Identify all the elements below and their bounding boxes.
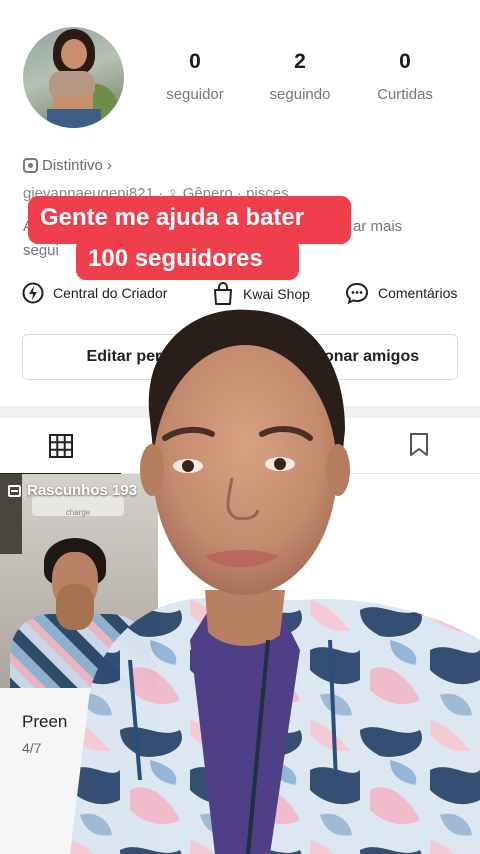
caption-line-1: Gente me ajuda a bater: [28, 196, 351, 244]
section-divider: [0, 406, 480, 418]
following-stat[interactable]: 2 seguindo: [245, 50, 355, 103]
chevron-right-icon: ›: [106, 157, 112, 174]
draft-title: Preen: [22, 712, 68, 731]
bio-line-1-end: ar mais: [353, 218, 403, 235]
comment-icon: [345, 282, 369, 304]
edit-profile-button[interactable]: Editar perfil: [22, 334, 240, 380]
creator-tools-row: Central do Criador Kwai Shop Comentários: [22, 282, 462, 310]
following-count: 2: [294, 50, 306, 73]
likes-stat[interactable]: 0 Curtidas: [350, 50, 460, 103]
followers-count: 0: [189, 50, 201, 73]
creator-center-link[interactable]: Central do Criador: [22, 282, 167, 304]
badge-label: Distintivo: [42, 157, 103, 174]
drafts-card[interactable]: charge Rascunhos 193 Preen 4/7: [0, 474, 158, 854]
bookmark-icon: [410, 433, 428, 456]
badge-link[interactable]: Distintivo ›: [23, 157, 112, 174]
drafts-count-label: Rascunhos 193: [27, 482, 138, 499]
kwai-shop-label: Kwai Shop: [243, 286, 310, 302]
draft-date: 4/7: [22, 740, 42, 756]
following-label: seguindo: [269, 86, 331, 103]
shopping-bag-icon: [214, 282, 232, 305]
tab-saved[interactable]: [380, 418, 460, 474]
drafts-icon: [8, 484, 21, 497]
bio-line-2: segui: [23, 242, 59, 259]
draft-thumbnail: charge: [0, 474, 158, 688]
likes-label: Curtidas: [377, 86, 433, 103]
comments-link[interactable]: Comentários: [345, 282, 462, 304]
comments-label: Comentários: [378, 285, 458, 301]
creator-center-label: Central do Criador: [53, 285, 168, 301]
badge-icon: [23, 158, 38, 173]
add-friends-button[interactable]: Adicionar amigos: [246, 334, 458, 380]
kwai-shop-link[interactable]: Kwai Shop: [212, 282, 310, 306]
lightning-icon: [22, 282, 44, 304]
draft-screen-label: charge: [65, 508, 91, 517]
tab-posts-grid[interactable]: [0, 418, 121, 475]
draft-screen-text: charge: [32, 496, 124, 517]
profile-avatar[interactable]: [23, 27, 124, 128]
caption-line-2: 100 seguidores: [76, 238, 299, 280]
grid-icon: [49, 434, 73, 458]
followers-stat[interactable]: 0 seguidor: [140, 50, 250, 103]
drafts-label: Rascunhos 193: [8, 482, 137, 499]
likes-count: 0: [399, 50, 411, 73]
profile-tabs: [0, 418, 480, 475]
followers-label: seguidor: [166, 86, 224, 103]
